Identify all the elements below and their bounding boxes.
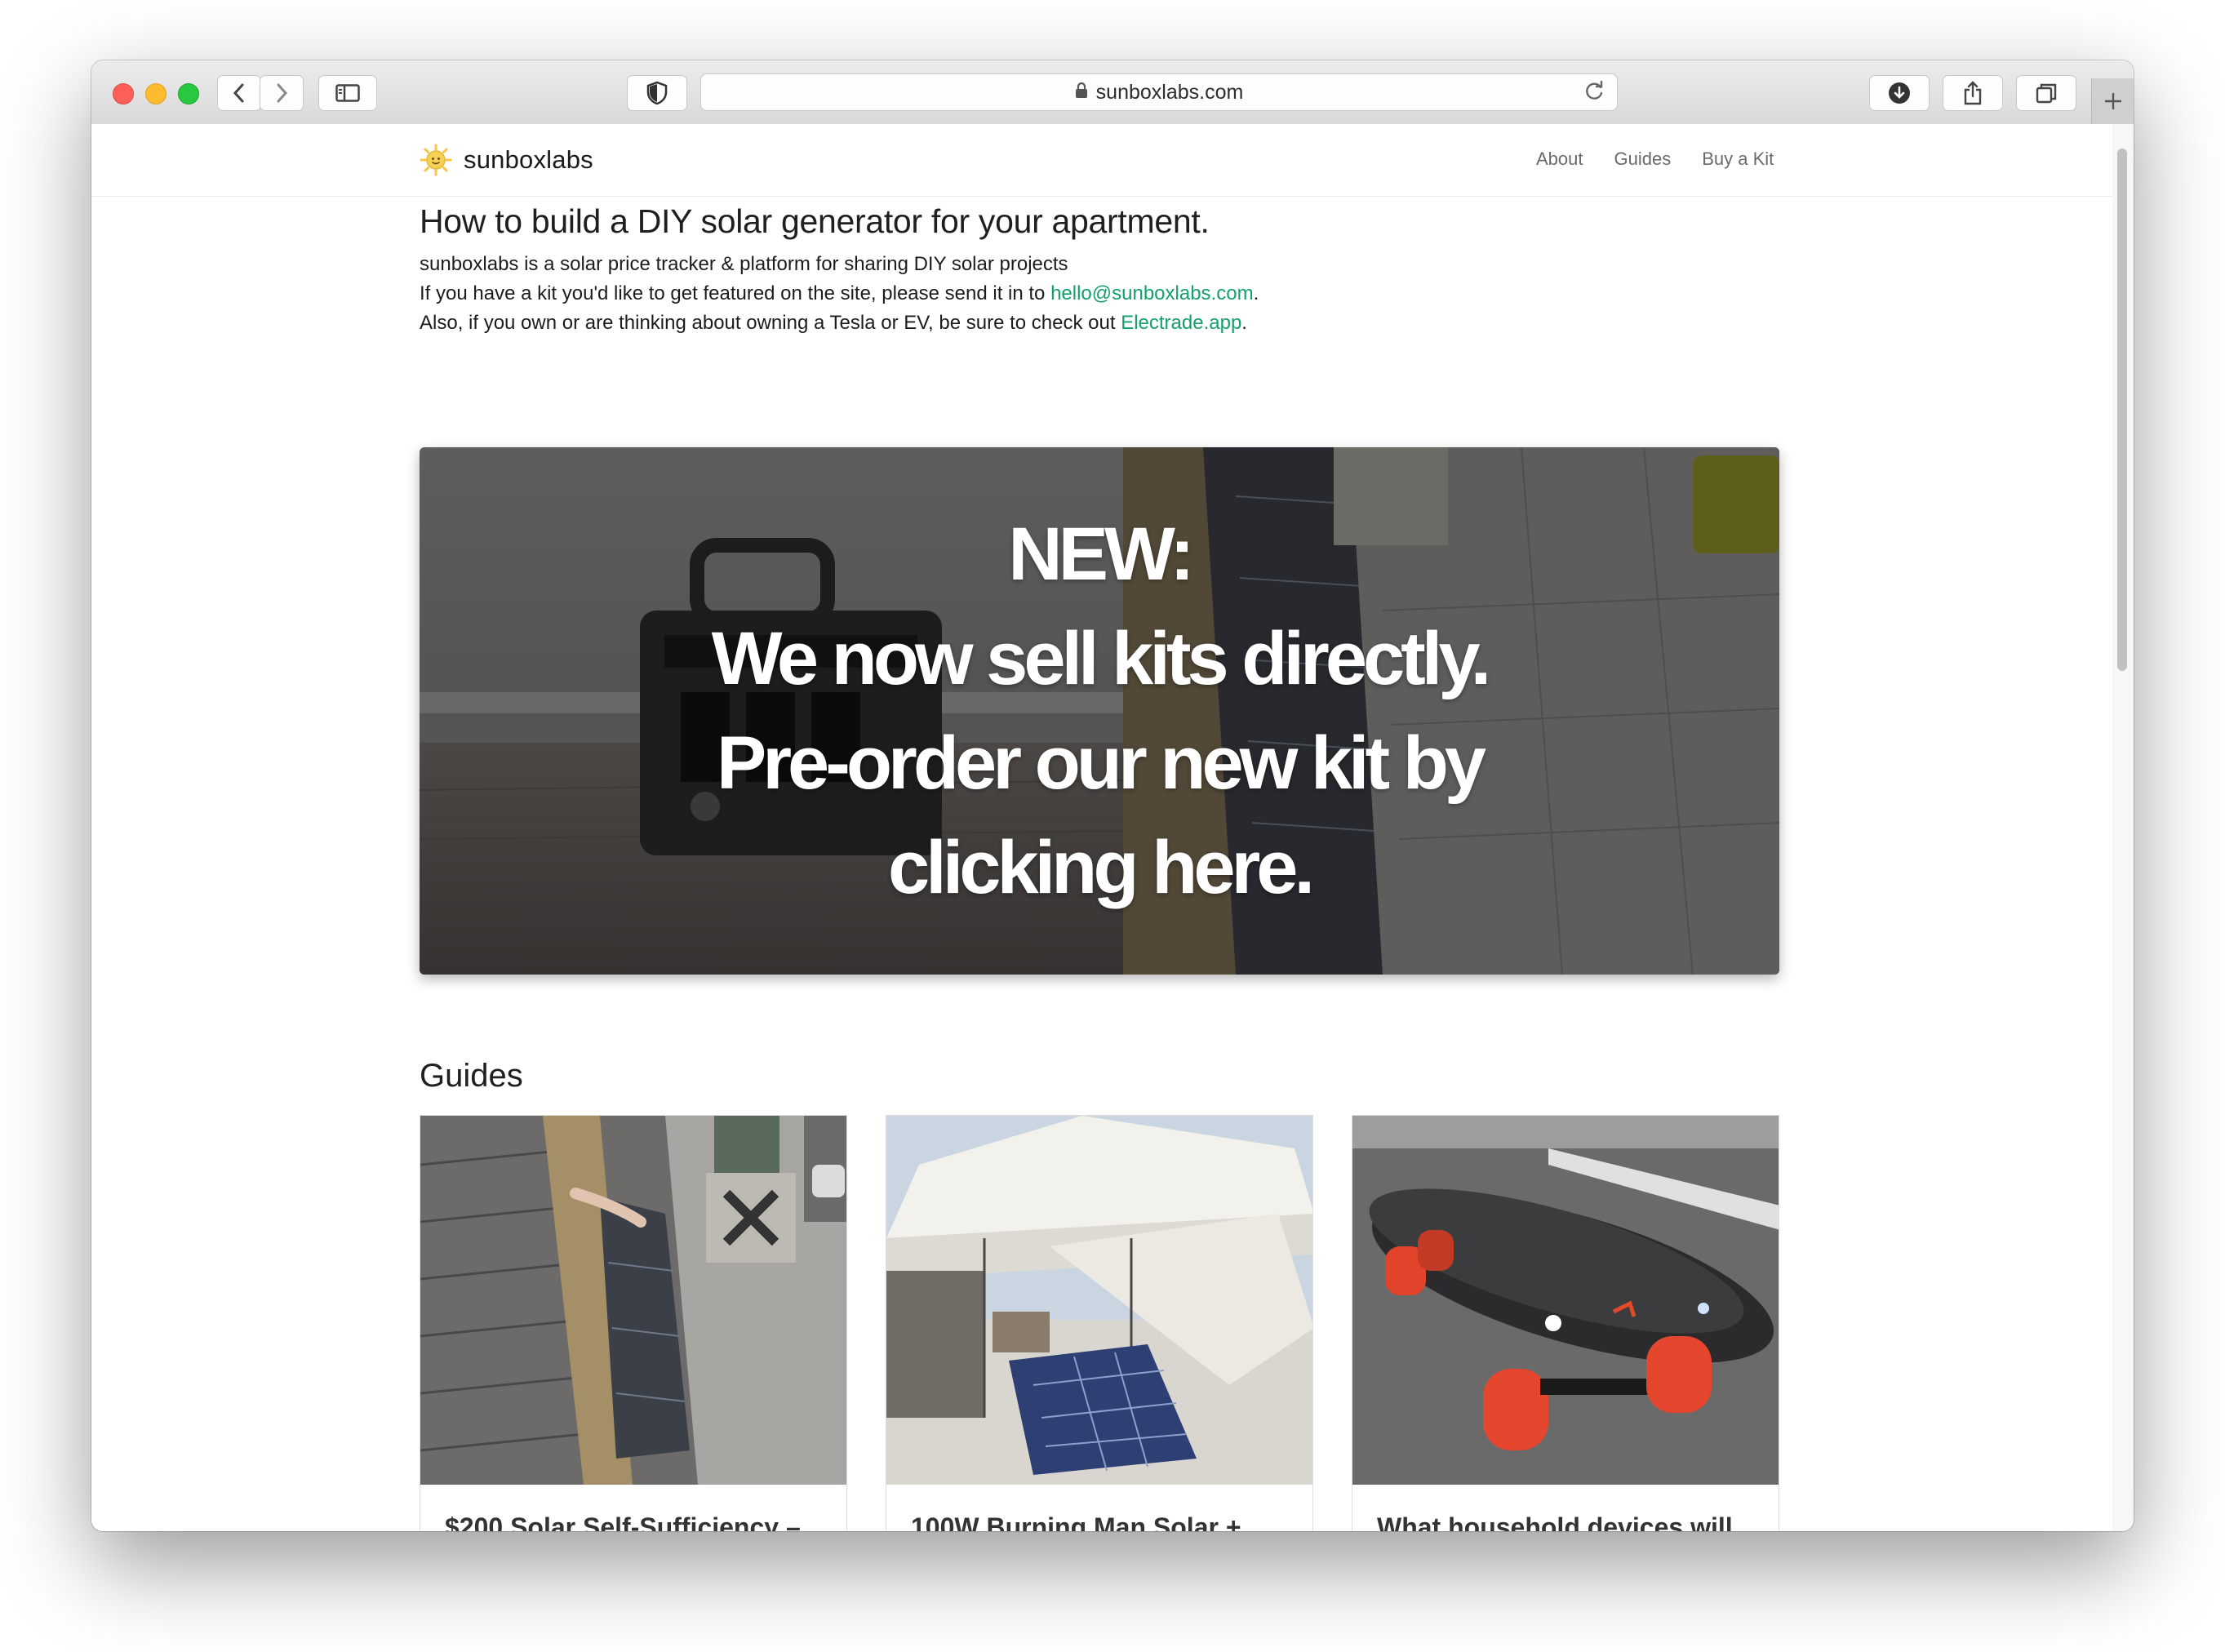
nav-buy-kit-link[interactable]: Buy a Kit	[1702, 149, 1774, 170]
guides-heading: Guides	[420, 1058, 523, 1094]
main-nav: About Guides Buy a Kit	[1536, 149, 1774, 170]
banner-line-3: Pre-order our new kit by	[716, 722, 1486, 805]
sidebar-button[interactable]	[318, 75, 377, 111]
sun-logo-icon	[420, 144, 452, 176]
close-window-button[interactable]	[113, 83, 134, 104]
privacy-shield-button[interactable]	[627, 75, 687, 111]
url-text: sunboxlabs.com	[1095, 80, 1244, 104]
intro-line-2: If you have a kit you'd like to get feat…	[420, 279, 1779, 309]
reload-icon[interactable]	[1584, 80, 1605, 108]
new-tab-button[interactable]	[2091, 78, 2134, 124]
guide-image-balcony-solar	[420, 1116, 846, 1485]
chevron-right-icon	[277, 83, 288, 103]
download-icon	[1889, 82, 1910, 104]
share-icon	[1964, 81, 1982, 105]
intro-line-3: Also, if you own or are thinking about o…	[420, 309, 1779, 338]
preorder-banner[interactable]: NEW: We now sell kits directly. Pre-orde…	[420, 447, 1779, 975]
guide-card-title: What household devices will 100W DIY Sol…	[1377, 1512, 1733, 1531]
sidebar-icon	[335, 84, 360, 102]
guide-card[interactable]: $200 Solar Self-Sufficiency – without yo…	[420, 1115, 847, 1531]
tab-overview-button[interactable]	[2016, 75, 2076, 111]
email-link[interactable]: hello@sunboxlabs.com	[1050, 282, 1254, 304]
guide-card[interactable]: 100W Burning Man Solar + 420Wh Battery H…	[886, 1115, 1313, 1531]
scrollbar-thumb[interactable]	[2117, 149, 2127, 671]
forward-button[interactable]	[260, 75, 304, 111]
intro-text: sunboxlabs is a solar price tracker & pl…	[420, 250, 1779, 338]
browser-window: sunboxlabs.com sunboxlabs About Guides B…	[91, 60, 2134, 1531]
page-scrollbar[interactable]	[2112, 124, 2134, 1531]
nav-guides-link[interactable]: Guides	[1614, 149, 1672, 170]
guide-image-burning-man-tent	[886, 1116, 1312, 1485]
chevron-left-icon	[233, 83, 244, 103]
minimize-window-button[interactable]	[145, 83, 167, 104]
banner-line-2: We now sell kits directly.	[711, 617, 1492, 700]
brand-name: sunboxlabs	[464, 145, 593, 174]
guide-card[interactable]: What household devices will 100W DIY Sol…	[1352, 1115, 1779, 1531]
brand-logo-link[interactable]: sunboxlabs	[420, 144, 593, 176]
back-button[interactable]	[217, 75, 261, 111]
electrade-link[interactable]: Electrade.app	[1121, 312, 1241, 334]
intro-section: How to build a DIY solar generator for y…	[420, 199, 1779, 338]
intro-line-3-end: .	[1241, 312, 1247, 334]
share-button[interactable]	[1943, 75, 2003, 111]
intro-line-2-text: If you have a kit you'd like to get feat…	[420, 282, 1051, 304]
intro-line-1: sunboxlabs is a solar price tracker & pl…	[420, 253, 1068, 275]
shield-icon	[646, 81, 668, 105]
web-page: sunboxlabs About Guides Buy a Kit How to…	[91, 124, 2134, 1531]
guides-list: $200 Solar Self-Sufficiency – without yo…	[420, 1115, 1779, 1531]
guide-image-electric-skateboard	[1352, 1116, 1779, 1485]
banner-text: NEW: We now sell kits directly. Pre-orde…	[420, 447, 1779, 975]
downloads-button[interactable]	[1869, 75, 1930, 111]
banner-line-1: NEW:	[1008, 513, 1195, 596]
lock-icon	[1075, 81, 1088, 104]
plus-icon	[2105, 93, 2121, 109]
banner-line-4: clicking here.	[887, 826, 1315, 909]
guide-card-title: 100W Burning Man Solar + 420Wh Battery H…	[911, 1512, 1241, 1531]
nav-about-link[interactable]: About	[1536, 149, 1583, 170]
tabs-icon	[2036, 83, 2057, 104]
browser-toolbar: sunboxlabs.com	[91, 60, 2134, 125]
address-bar[interactable]: sunboxlabs.com	[700, 73, 1618, 111]
zoom-window-button[interactable]	[178, 83, 199, 104]
intro-line-3-text: Also, if you own or are thinking about o…	[420, 312, 1121, 334]
intro-line-2-end: .	[1253, 282, 1259, 304]
guide-card-title: $200 Solar Self-Sufficiency – without yo…	[445, 1512, 801, 1531]
page-headline: How to build a DIY solar generator for y…	[420, 202, 1210, 240]
site-header: sunboxlabs About Guides Buy a Kit	[91, 124, 2112, 197]
